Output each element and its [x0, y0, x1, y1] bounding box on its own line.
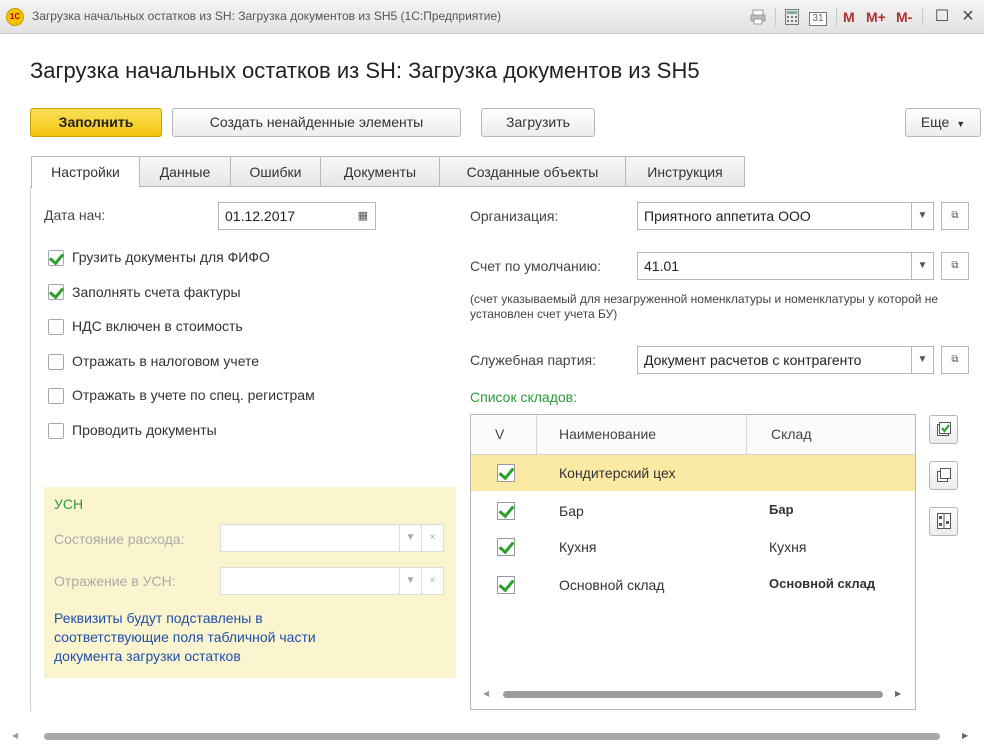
content-border: [30, 186, 31, 711]
chevron-down-icon[interactable]: ▼: [911, 202, 934, 230]
row-name: Кухня: [559, 539, 597, 555]
column-header-name[interactable]: Наименование: [537, 415, 747, 454]
checkbox-post-documents-label: Проводить документы: [72, 422, 217, 438]
tab-instruction[interactable]: Инструкция: [625, 156, 745, 187]
load-button[interactable]: Загрузить: [481, 108, 595, 137]
scroll-left-icon[interactable]: ◀: [12, 731, 18, 740]
usn-title: УСН: [54, 496, 84, 512]
usn-note: Реквизиты будут подставлены в соответств…: [54, 610, 316, 664]
checkbox-tax-label: Отражать в налоговом учете: [72, 353, 260, 369]
usn-reflect-field[interactable]: [220, 567, 400, 595]
more-button[interactable]: Еще ▼: [905, 108, 981, 137]
checkbox-tax[interactable]: [48, 354, 64, 370]
calendar-day: 31: [809, 12, 827, 26]
window-horizontal-scrollbar[interactable]: [44, 733, 940, 740]
open-icon[interactable]: ⧉: [941, 346, 969, 374]
fill-button[interactable]: Заполнить: [30, 108, 162, 137]
default-account-field[interactable]: 41.01: [637, 252, 912, 280]
checkbox-invoices-label: Заполнять счета фактуры: [72, 284, 241, 300]
scroll-right-icon[interactable]: ▶: [962, 731, 968, 740]
title-separator: [922, 8, 923, 26]
row-warehouse: Кухня: [769, 539, 807, 555]
checkbox-fifo[interactable]: [48, 250, 64, 266]
calendar-picker-icon[interactable]: ▦: [358, 203, 368, 229]
memory-plus-button[interactable]: M+: [866, 7, 886, 27]
clear-icon[interactable]: ×: [421, 567, 444, 595]
service-party-label: Служебная партия:: [470, 352, 596, 368]
checkbox-post-documents[interactable]: [48, 423, 64, 439]
chevron-down-icon[interactable]: ▼: [911, 252, 934, 280]
calendar-icon[interactable]: 31: [806, 7, 830, 27]
checkbox-fifo-label: Грузить документы для ФИФО: [72, 249, 270, 265]
table-row[interactable]: Основной склад Основной склад: [471, 567, 915, 603]
default-account-note: (счет указываемый для незагруженной номе…: [470, 292, 939, 321]
page-title: Загрузка начальных остатков из SH: Загру…: [30, 58, 700, 83]
default-account-label: Счет по умолчанию:: [470, 258, 601, 274]
table-settings-icon[interactable]: [929, 507, 958, 536]
row-checkbox[interactable]: [497, 502, 515, 520]
expense-state-label: Состояние расхода:: [54, 531, 185, 547]
table-horizontal-scrollbar[interactable]: [503, 691, 883, 698]
title-separator: [836, 8, 837, 26]
row-checkbox[interactable]: [497, 576, 515, 594]
table-row[interactable]: Бар Бар: [471, 493, 915, 529]
open-icon[interactable]: ⧉: [941, 202, 969, 230]
scroll-left-icon[interactable]: ◀: [483, 689, 489, 698]
date-label: Дата нач:: [44, 207, 106, 223]
tab-created-objects[interactable]: Созданные объекты: [439, 156, 626, 187]
row-checkbox[interactable]: [497, 538, 515, 556]
row-name: Основной склад: [559, 577, 665, 593]
checkbox-vat[interactable]: [48, 319, 64, 335]
row-name: Кондитерский цех: [559, 465, 676, 481]
tab-data[interactable]: Данные: [139, 156, 231, 187]
row-warehouse: Бар: [769, 502, 794, 517]
tab-errors[interactable]: Ошибки: [230, 156, 321, 187]
organization-field[interactable]: Приятного аппетита ООО: [637, 202, 912, 230]
close-icon[interactable]: ×: [958, 6, 978, 27]
open-icon[interactable]: ⧉: [941, 252, 969, 280]
checkbox-special-registers[interactable]: [48, 388, 64, 404]
more-label: Еще: [920, 114, 950, 130]
check-all-icon[interactable]: [929, 415, 958, 444]
memory-minus-button[interactable]: M-: [896, 7, 912, 27]
calculator-icon[interactable]: [782, 7, 802, 27]
usn-panel: УСН Состояние расхода: ▼ × Отражение в У…: [44, 487, 456, 678]
column-header-warehouse[interactable]: Склад: [747, 415, 915, 454]
clear-icon[interactable]: ×: [421, 524, 444, 552]
row-name: Бар: [559, 503, 584, 519]
tab-documents[interactable]: Документы: [320, 156, 440, 187]
scroll-right-icon[interactable]: ▶: [895, 689, 901, 698]
printer-icon[interactable]: [748, 7, 768, 27]
create-missing-button[interactable]: Создать ненайденные элементы: [172, 108, 461, 137]
chevron-down-icon[interactable]: ▼: [911, 346, 934, 374]
usn-reflect-label: Отражение в УСН:: [54, 573, 176, 589]
warehouse-list-title: Список складов:: [470, 389, 577, 405]
date-value: 01.12.2017: [225, 208, 296, 224]
maximize-icon[interactable]: ☐: [932, 7, 952, 27]
date-field[interactable]: 01.12.2017 ▦: [218, 202, 376, 230]
expense-state-field[interactable]: [220, 524, 400, 552]
row-warehouse: Основной склад: [769, 576, 876, 591]
app-logo-icon: 1С: [6, 8, 24, 26]
tab-settings[interactable]: Настройки: [31, 156, 140, 188]
organization-label: Организация:: [470, 208, 559, 224]
service-party-field[interactable]: Документ расчетов с контрагенто: [637, 346, 912, 374]
checkbox-special-registers-label: Отражать в учете по спец. регистрам: [72, 387, 315, 403]
chevron-down-icon[interactable]: ▼: [399, 524, 422, 552]
title-separator: [775, 8, 776, 26]
checkbox-vat-label: НДС включен в стоимость: [72, 318, 243, 334]
table-row[interactable]: Кухня Кухня: [471, 529, 915, 565]
chevron-down-icon: ▼: [956, 119, 966, 129]
table-row[interactable]: Кондитерский цех: [471, 455, 915, 491]
copy-icon[interactable]: [929, 461, 958, 490]
window-title-bar: 1С Загрузка начальных остатков из SH: За…: [0, 0, 984, 34]
row-checkbox[interactable]: [497, 464, 515, 482]
column-header-v[interactable]: V: [471, 415, 537, 454]
memory-m-button[interactable]: M: [843, 7, 855, 27]
window-title: Загрузка начальных остатков из SH: Загру…: [32, 9, 502, 23]
warehouse-table: V Наименование Склад Кондитерский цех Ба…: [470, 414, 916, 710]
chevron-down-icon[interactable]: ▼: [399, 567, 422, 595]
checkbox-invoices[interactable]: [48, 284, 64, 300]
